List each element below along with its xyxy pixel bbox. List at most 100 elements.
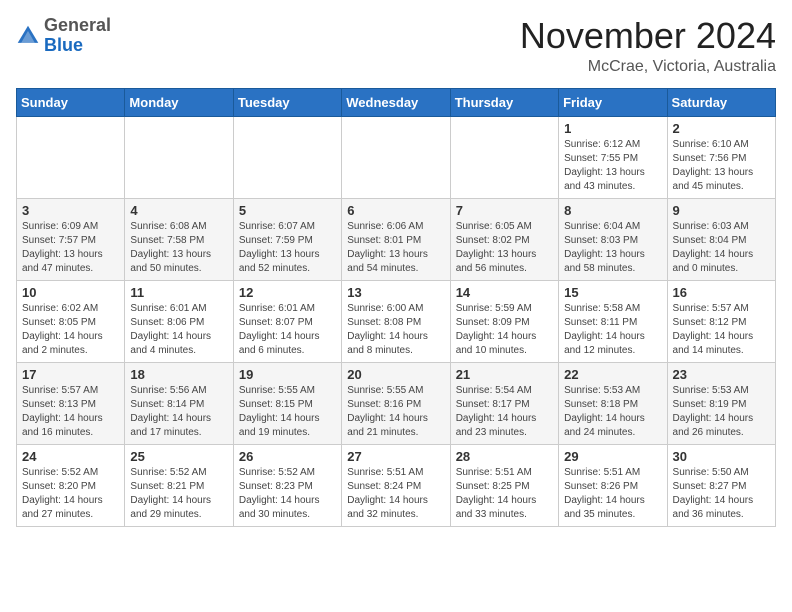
day-info: Sunrise: 5:51 AM Sunset: 8:25 PM Dayligh…	[456, 466, 553, 522]
day-number: 5	[239, 203, 336, 218]
day-number: 4	[130, 203, 227, 218]
day-number: 8	[564, 203, 661, 218]
day-info: Sunrise: 6:10 AM Sunset: 7:56 PM Dayligh…	[673, 138, 770, 194]
day-number: 6	[347, 203, 444, 218]
calendar-cell: 25 Sunrise: 5:52 AM Sunset: 8:21 PM Dayli…	[125, 444, 233, 526]
day-info: Sunrise: 6:07 AM Sunset: 7:59 PM Dayligh…	[239, 220, 336, 276]
day-info: Sunrise: 5:57 AM Sunset: 8:13 PM Dayligh…	[22, 384, 119, 440]
calendar-week-row: 1 Sunrise: 6:12 AM Sunset: 7:55 PM Daylig…	[17, 116, 776, 198]
day-info: Sunrise: 5:50 AM Sunset: 8:27 PM Dayligh…	[673, 466, 770, 522]
logo: General Blue	[16, 16, 111, 56]
calendar-cell: 16 Sunrise: 5:57 AM Sunset: 8:12 PM Dayli…	[667, 280, 775, 362]
day-number: 2	[673, 121, 770, 136]
calendar-cell: 24 Sunrise: 5:52 AM Sunset: 8:20 PM Dayli…	[17, 444, 125, 526]
calendar-cell: 2 Sunrise: 6:10 AM Sunset: 7:56 PM Daylig…	[667, 116, 775, 198]
day-info: Sunrise: 5:55 AM Sunset: 8:15 PM Dayligh…	[239, 384, 336, 440]
calendar-table: SundayMondayTuesdayWednesdayThursdayFrid…	[16, 88, 776, 527]
day-info: Sunrise: 6:01 AM Sunset: 8:06 PM Dayligh…	[130, 302, 227, 358]
calendar-cell: 18Sunrise: 5:56 AM Sunset: 8:14 PM Dayli…	[125, 362, 233, 444]
day-number: 18	[130, 367, 227, 382]
calendar-cell	[17, 116, 125, 198]
calendar-week-row: 17Sunrise: 5:57 AM Sunset: 8:13 PM Dayli…	[17, 362, 776, 444]
month-title: November 2024	[520, 16, 776, 56]
day-number: 22	[564, 367, 661, 382]
day-info: Sunrise: 6:05 AM Sunset: 8:02 PM Dayligh…	[456, 220, 553, 276]
day-info: Sunrise: 6:12 AM Sunset: 7:55 PM Dayligh…	[564, 138, 661, 194]
day-info: Sunrise: 5:52 AM Sunset: 8:21 PM Dayligh…	[130, 466, 227, 522]
day-number: 27	[347, 449, 444, 464]
calendar-cell: 15 Sunrise: 5:58 AM Sunset: 8:11 PM Dayli…	[559, 280, 667, 362]
day-number: 28	[456, 449, 553, 464]
column-header-monday: Monday	[125, 88, 233, 116]
calendar-cell	[233, 116, 341, 198]
calendar-cell: 17Sunrise: 5:57 AM Sunset: 8:13 PM Dayli…	[17, 362, 125, 444]
calendar-cell: 7 Sunrise: 6:05 AM Sunset: 8:02 PM Daylig…	[450, 198, 558, 280]
calendar-week-row: 3Sunrise: 6:09 AM Sunset: 7:57 PM Daylig…	[17, 198, 776, 280]
day-info: Sunrise: 5:59 AM Sunset: 8:09 PM Dayligh…	[456, 302, 553, 358]
calendar-cell: 11 Sunrise: 6:01 AM Sunset: 8:06 PM Dayli…	[125, 280, 233, 362]
logo-icon	[16, 24, 40, 48]
calendar-cell: 5 Sunrise: 6:07 AM Sunset: 7:59 PM Daylig…	[233, 198, 341, 280]
day-number: 21	[456, 367, 553, 382]
day-number: 26	[239, 449, 336, 464]
logo-general: General	[44, 15, 111, 35]
day-info: Sunrise: 5:58 AM Sunset: 8:11 PM Dayligh…	[564, 302, 661, 358]
day-info: Sunrise: 6:01 AM Sunset: 8:07 PM Dayligh…	[239, 302, 336, 358]
day-number: 30	[673, 449, 770, 464]
calendar-header-row: SundayMondayTuesdayWednesdayThursdayFrid…	[17, 88, 776, 116]
day-info: Sunrise: 5:52 AM Sunset: 8:23 PM Dayligh…	[239, 466, 336, 522]
day-number: 24	[22, 449, 119, 464]
calendar-cell: 20 Sunrise: 5:55 AM Sunset: 8:16 PM Dayli…	[342, 362, 450, 444]
day-info: Sunrise: 6:03 AM Sunset: 8:04 PM Dayligh…	[673, 220, 770, 276]
calendar-cell: 8 Sunrise: 6:04 AM Sunset: 8:03 PM Daylig…	[559, 198, 667, 280]
calendar-cell	[450, 116, 558, 198]
day-number: 1	[564, 121, 661, 136]
day-number: 13	[347, 285, 444, 300]
day-number: 20	[347, 367, 444, 382]
day-info: Sunrise: 5:53 AM Sunset: 8:19 PM Dayligh…	[673, 384, 770, 440]
day-info: Sunrise: 5:52 AM Sunset: 8:20 PM Dayligh…	[22, 466, 119, 522]
title-block: November 2024 McCrae, Victoria, Australi…	[520, 16, 776, 76]
calendar-cell: 4Sunrise: 6:08 AM Sunset: 7:58 PM Daylig…	[125, 198, 233, 280]
column-header-friday: Friday	[559, 88, 667, 116]
calendar-cell: 22 Sunrise: 5:53 AM Sunset: 8:18 PM Dayli…	[559, 362, 667, 444]
day-number: 16	[673, 285, 770, 300]
day-info: Sunrise: 5:53 AM Sunset: 8:18 PM Dayligh…	[564, 384, 661, 440]
calendar-cell: 9Sunrise: 6:03 AM Sunset: 8:04 PM Daylig…	[667, 198, 775, 280]
calendar-cell: 28 Sunrise: 5:51 AM Sunset: 8:25 PM Dayli…	[450, 444, 558, 526]
calendar-cell: 19Sunrise: 5:55 AM Sunset: 8:15 PM Dayli…	[233, 362, 341, 444]
calendar-cell: 23 Sunrise: 5:53 AM Sunset: 8:19 PM Dayli…	[667, 362, 775, 444]
day-info: Sunrise: 5:57 AM Sunset: 8:12 PM Dayligh…	[673, 302, 770, 358]
calendar-cell: 3Sunrise: 6:09 AM Sunset: 7:57 PM Daylig…	[17, 198, 125, 280]
column-header-thursday: Thursday	[450, 88, 558, 116]
logo-text: General Blue	[44, 16, 111, 56]
logo-blue: Blue	[44, 35, 83, 55]
day-number: 25	[130, 449, 227, 464]
day-number: 12	[239, 285, 336, 300]
calendar-cell: 14Sunrise: 5:59 AM Sunset: 8:09 PM Dayli…	[450, 280, 558, 362]
calendar-cell: 13 Sunrise: 6:00 AM Sunset: 8:08 PM Dayli…	[342, 280, 450, 362]
calendar-cell: 1 Sunrise: 6:12 AM Sunset: 7:55 PM Daylig…	[559, 116, 667, 198]
column-header-sunday: Sunday	[17, 88, 125, 116]
day-number: 15	[564, 285, 661, 300]
calendar-cell: 10Sunrise: 6:02 AM Sunset: 8:05 PM Dayli…	[17, 280, 125, 362]
column-header-wednesday: Wednesday	[342, 88, 450, 116]
calendar-cell: 27 Sunrise: 5:51 AM Sunset: 8:24 PM Dayli…	[342, 444, 450, 526]
day-info: Sunrise: 6:00 AM Sunset: 8:08 PM Dayligh…	[347, 302, 444, 358]
day-number: 7	[456, 203, 553, 218]
day-info: Sunrise: 5:55 AM Sunset: 8:16 PM Dayligh…	[347, 384, 444, 440]
day-number: 23	[673, 367, 770, 382]
calendar-cell: 29 Sunrise: 5:51 AM Sunset: 8:26 PM Dayli…	[559, 444, 667, 526]
calendar-week-row: 10Sunrise: 6:02 AM Sunset: 8:05 PM Dayli…	[17, 280, 776, 362]
calendar-week-row: 24 Sunrise: 5:52 AM Sunset: 8:20 PM Dayli…	[17, 444, 776, 526]
page-header: General Blue November 2024 McCrae, Victo…	[16, 16, 776, 76]
day-info: Sunrise: 6:02 AM Sunset: 8:05 PM Dayligh…	[22, 302, 119, 358]
day-info: Sunrise: 5:51 AM Sunset: 8:24 PM Dayligh…	[347, 466, 444, 522]
day-number: 29	[564, 449, 661, 464]
day-info: Sunrise: 6:04 AM Sunset: 8:03 PM Dayligh…	[564, 220, 661, 276]
column-header-saturday: Saturday	[667, 88, 775, 116]
column-header-tuesday: Tuesday	[233, 88, 341, 116]
calendar-cell: 30 Sunrise: 5:50 AM Sunset: 8:27 PM Dayli…	[667, 444, 775, 526]
day-info: Sunrise: 5:51 AM Sunset: 8:26 PM Dayligh…	[564, 466, 661, 522]
day-number: 11	[130, 285, 227, 300]
